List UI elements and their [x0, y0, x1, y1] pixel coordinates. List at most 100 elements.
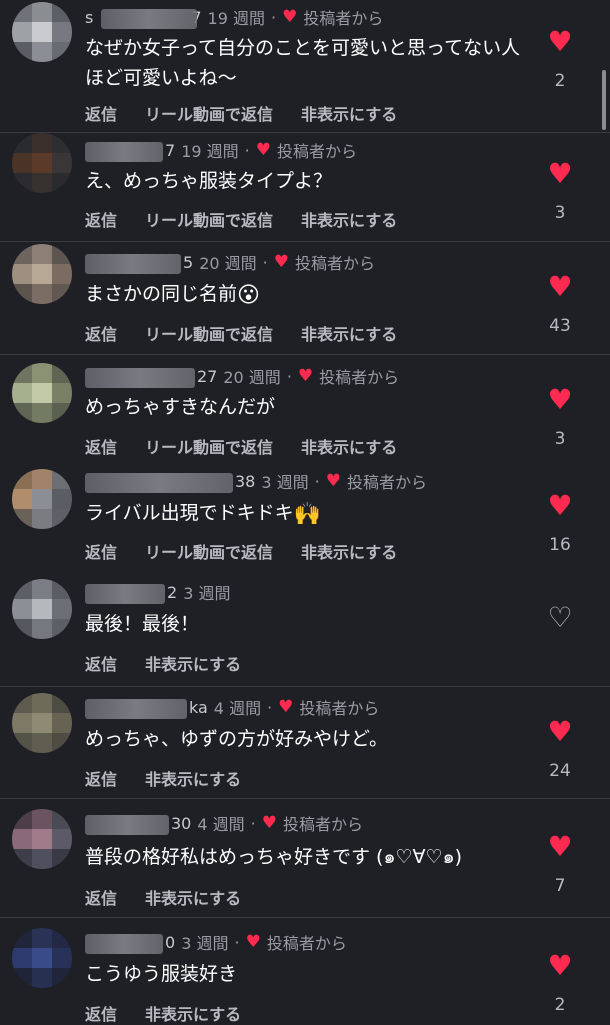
author-liked-label: 投稿者から: [282, 815, 363, 834]
reel-reply-button[interactable]: リール動画で返信: [145, 105, 273, 124]
heart-filled-icon[interactable]: ♥: [538, 27, 582, 57]
comment-actions: 返信 非表示にする: [85, 1001, 269, 1025]
avatar[interactable]: [12, 809, 72, 869]
author-heart-icon: ♥: [261, 813, 277, 833]
comment-actions: 返信 非表示にする: [85, 651, 269, 675]
avatar[interactable]: [12, 469, 72, 529]
timestamp: 19 週間: [207, 9, 265, 28]
author-heart-icon: ♥: [282, 7, 298, 27]
comment-item: 7 19 週間 · ♥ 投稿者から え、めっちゃ服装タイプよ？ 返信 リール動画で…: [0, 133, 610, 241]
heart-filled-icon[interactable]: ♥: [538, 272, 582, 302]
timestamp: 20 週間: [223, 368, 281, 387]
like-control: ♡: [538, 603, 582, 633]
hide-button[interactable]: 非表示にする: [301, 543, 397, 562]
username[interactable]: 5: [85, 253, 193, 274]
heart-filled-icon[interactable]: ♥: [538, 717, 582, 747]
hide-button[interactable]: 非表示にする: [301, 105, 397, 124]
comment-meta: 27 20 週間 · ♥ 投稿者から: [85, 365, 400, 388]
like-control: ♥ 2: [538, 27, 582, 92]
reel-reply-button[interactable]: リール動画で返信: [145, 325, 273, 344]
hide-button[interactable]: 非表示にする: [145, 889, 241, 908]
raising-hands-emoji-icon: 🙌: [293, 502, 322, 527]
username[interactable]: s7: [85, 8, 202, 29]
hide-button[interactable]: 非表示にする: [301, 211, 397, 230]
timestamp: 3 週間: [181, 934, 229, 953]
hide-button[interactable]: 非表示にする: [145, 1005, 241, 1024]
avatar[interactable]: [12, 363, 72, 423]
timestamp: 20 週間: [199, 254, 257, 273]
heart-filled-icon[interactable]: ♥: [538, 385, 582, 415]
comment-text: めっちゃすきなんだが: [85, 396, 276, 418]
reply-button[interactable]: 返信: [85, 770, 117, 789]
timestamp: 4 週間: [213, 699, 262, 718]
comment-item: s7 19 週間 · ♥ 投稿者から なぜか女子って自分のことを可愛いと思ってな…: [0, 0, 610, 132]
reply-button[interactable]: 返信: [85, 105, 117, 124]
comment-actions: 返信 リール動画で返信 非表示にする: [85, 434, 425, 458]
comment-item: 0 3 週間 · ♥ 投稿者から こうゆう服装好き 返信 非表示にする ♥ 2: [0, 918, 610, 1024]
comment-meta: 7 19 週間 · ♥ 投稿者から: [85, 139, 357, 162]
hide-button[interactable]: 非表示にする: [301, 438, 397, 457]
username[interactable]: 7: [85, 141, 175, 162]
username[interactable]: 0: [85, 933, 175, 954]
avatar[interactable]: [12, 928, 72, 988]
like-count: 2: [554, 995, 566, 1015]
heart-filled-icon[interactable]: ♥: [538, 951, 582, 981]
reply-button[interactable]: 返信: [85, 1005, 117, 1024]
reply-button[interactable]: 返信: [85, 889, 117, 908]
comment-actions: 返信 非表示にする: [85, 885, 269, 909]
hide-button[interactable]: 非表示にする: [145, 770, 241, 789]
like-count: 7: [554, 876, 566, 896]
heart-filled-icon[interactable]: ♥: [538, 491, 582, 521]
reply-button[interactable]: 返信: [85, 325, 117, 344]
heart-outline-icon[interactable]: ♡: [538, 603, 582, 633]
comment-text: 最後！最後！: [85, 613, 200, 635]
comment-item: 30 4 週間 · ♥ 投稿者から 普段の格好私はめっちゃ好きです (๑♡∀♡๑…: [0, 799, 610, 917]
comment-text: え、めっちゃ服装タイプよ？: [85, 170, 333, 192]
comment-meta: 2 3 週間: [85, 581, 230, 604]
like-count: 3: [554, 203, 566, 223]
like-control: ♥ 43: [538, 272, 582, 337]
like-control: ♥ 2: [538, 951, 582, 1016]
like-count: 2: [554, 71, 566, 91]
author-liked-label: 投稿者から: [303, 9, 384, 28]
avatar[interactable]: [12, 2, 72, 62]
reel-reply-button[interactable]: リール動画で返信: [145, 543, 273, 562]
heart-filled-icon[interactable]: ♥: [538, 832, 582, 862]
author-liked-label: 投稿者から: [299, 699, 380, 718]
comment-meta: 5 20 週間 · ♥ 投稿者から: [85, 251, 375, 274]
hide-button[interactable]: 非表示にする: [301, 325, 397, 344]
avatar[interactable]: [12, 244, 72, 304]
author-heart-icon: ♥: [255, 140, 271, 160]
avatar[interactable]: [12, 693, 72, 753]
reply-button[interactable]: 返信: [85, 655, 117, 674]
username[interactable]: 2: [85, 583, 177, 604]
username[interactable]: 38: [85, 472, 255, 493]
username[interactable]: 27: [85, 367, 217, 388]
reel-reply-button[interactable]: リール動画で返信: [145, 211, 273, 230]
reel-reply-button[interactable]: リール動画で返信: [145, 438, 273, 457]
comment-item: 27 20 週間 · ♥ 投稿者から めっちゃすきなんだが 返信 リール動画で返信…: [0, 355, 610, 463]
reply-button[interactable]: 返信: [85, 543, 117, 562]
comment-text: なぜか女子って自分のことを可愛いと思ってない人ほど可愛いよね〜: [85, 37, 521, 89]
like-control: ♥ 16: [538, 491, 582, 556]
like-control: ♥ 3: [538, 385, 582, 450]
username[interactable]: ka: [85, 698, 208, 719]
author-heart-icon: ♥: [273, 252, 289, 272]
comment-item: 2 3 週間 最後！最後！ 返信 非表示にする ♡: [0, 573, 610, 685]
comment-item: 38 3 週間 · ♥ 投稿者から ライバル出現でドキドキ🙌 返信 リール動画で返…: [0, 463, 610, 571]
author-liked-label: 投稿者から: [319, 368, 400, 387]
username[interactable]: 30: [85, 814, 191, 835]
reply-button[interactable]: 返信: [85, 438, 117, 457]
comment-actions: 返信 リール動画で返信 非表示にする: [85, 101, 425, 125]
scrollbar[interactable]: [602, 70, 606, 130]
heart-filled-icon[interactable]: ♥: [538, 159, 582, 189]
avatar[interactable]: [12, 133, 72, 193]
reply-button[interactable]: 返信: [85, 211, 117, 230]
hide-button[interactable]: 非表示にする: [145, 655, 241, 674]
avatar[interactable]: [12, 579, 72, 639]
comment-text: めっちゃ、ゆずの方が好みやけど。: [85, 728, 389, 750]
comment-item: 5 20 週間 · ♥ 投稿者から まさかの同じ名前😮 返信 リール動画で返信 非表…: [0, 242, 610, 354]
author-liked-label: 投稿者から: [346, 473, 427, 492]
comment-item: ka 4 週間 · ♥ 投稿者から めっちゃ、ゆずの方が好みやけど。 返信 非表示…: [0, 687, 610, 797]
like-control: ♥ 3: [538, 159, 582, 224]
